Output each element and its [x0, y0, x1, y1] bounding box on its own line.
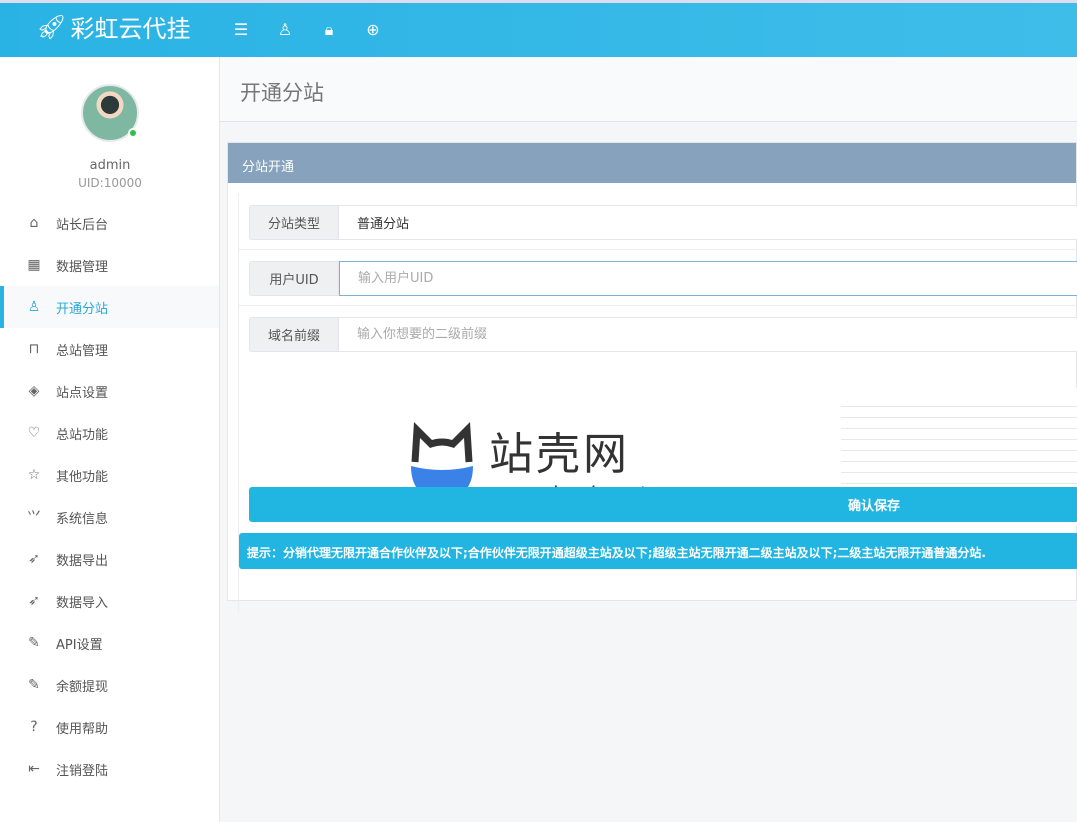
rocket-icon: 🚀︎	[36, 13, 66, 41]
sidebar-item-label: 数据导入	[56, 592, 108, 611]
avatar[interactable]	[81, 84, 139, 142]
sidebar-item[interactable]: ⊓ 总站管理	[0, 328, 219, 370]
sidebar-item[interactable]: ➶ 数据导入	[0, 580, 219, 622]
nav-icon: ➶	[26, 593, 42, 609]
page-titlebar: 开通分站	[220, 57, 1077, 122]
sidebar-item[interactable]: ⌂ 站长后台	[0, 202, 219, 244]
sidebar-item-label: 余额提现	[56, 676, 108, 695]
page-title: 开通分站	[240, 77, 324, 107]
sidebar-item-label: 其他功能	[56, 466, 108, 485]
nav-icon: ☆	[26, 467, 42, 483]
nav-icon: ⊓	[26, 341, 42, 357]
tip-alert: 提示：分销代理无限开通合作伙伴及以下;合作伙伴无限开通超级主站及以下;超级主站无…	[239, 533, 1077, 569]
sidebar-item[interactable]: ◈ 站点设置	[0, 370, 219, 412]
nav-icon: ◈	[26, 383, 42, 399]
sidebar-item-label: 数据管理	[56, 256, 108, 275]
sidebar-nav: ⌂ 站长后台 ▦ 数据管理 ♙ 开通分站 ⊓ 总站管理 ◈ 站点设置 ♡ 总站功能 ☆ 其他功能⺍系统信息…	[0, 202, 219, 790]
sidebar-item-label: 使用帮助	[56, 718, 108, 737]
sidebar-item[interactable]: ☆ 其他功能	[0, 454, 219, 496]
nav-icon: ♙	[26, 299, 42, 315]
open-substation-panel: 分站开通 分站类型 普通分站 用户UID 域名前缀 站壳网www.zhankr.…	[227, 142, 1077, 601]
menu-icon[interactable]: ☰	[232, 20, 250, 40]
sidebar-item-label: 站长后台	[56, 214, 108, 233]
plus-circle-icon[interactable]: ⊕	[364, 20, 382, 40]
sidebar-item[interactable]: ▦ 数据管理	[0, 244, 219, 286]
uid-label: 用户UID	[249, 261, 339, 296]
sidebar-item[interactable]: ✎ 余额提现	[0, 664, 219, 706]
brand[interactable]: 🚀︎彩虹云代挂	[36, 9, 190, 44]
domain-row: 域名前缀	[249, 317, 1077, 352]
sidebar-item-label: 站点设置	[56, 382, 108, 401]
brand-title: 彩虹云代挂	[70, 9, 190, 44]
nav-icon: ⌂	[26, 215, 42, 231]
sidebar-item[interactable]: ➶ 数据导出	[0, 538, 219, 580]
sidebar-item[interactable]: ♙ 开通分站	[0, 286, 219, 328]
username: admin	[0, 158, 220, 173]
sidebar-item-label: 总站功能	[56, 424, 108, 443]
online-status-dot	[128, 128, 138, 138]
nav-icon: ?	[26, 719, 42, 735]
sidebar-item-label: API设置	[56, 634, 103, 653]
nav-icon: ➶	[26, 551, 42, 567]
confirm-save-button[interactable]: 确认保存	[249, 487, 1077, 522]
panel-title: 分站开通	[228, 143, 1076, 183]
top-header: 🚀︎彩虹云代挂 ☰ ♙ 🔒︎ ⊕	[0, 0, 1077, 57]
sidebar-item-label: 系统信息	[56, 508, 108, 527]
nav-icon: ⺍	[26, 507, 42, 527]
watermark-name: 站壳网	[489, 418, 648, 482]
uid-row: 用户UID	[249, 261, 1077, 296]
domain-label: 域名前缀	[249, 317, 339, 352]
nav-icon: ✎	[26, 635, 42, 651]
uid-input[interactable]	[339, 261, 1077, 296]
sidebar-item-label: 总站管理	[56, 340, 108, 359]
sidebar-item-label: 开通分站	[56, 298, 108, 317]
lock-icon[interactable]: 🔒︎	[320, 20, 338, 40]
domain-prefix-input[interactable]	[339, 317, 1077, 352]
sidebar: admin UID:10000 ⌂ 站长后台 ▦ 数据管理 ♙ 开通分站 ⊓ 总站管理 ◈ 站点设…	[0, 57, 220, 822]
sidebar-item-label: 注销登陆	[56, 760, 108, 779]
site-type-select[interactable]: 普通分站	[339, 205, 1077, 240]
sidebar-item-label: 数据导出	[56, 550, 108, 569]
user-icon[interactable]: ♙	[276, 20, 294, 40]
sidebar-item[interactable]: ? 使用帮助	[0, 706, 219, 748]
sidebar-item[interactable]: ⇤ 注销登陆	[0, 748, 219, 790]
sidebar-item[interactable]: ⺍系统信息	[0, 496, 219, 538]
user-uid: UID:10000	[0, 176, 220, 190]
nav-icon: ✎	[26, 677, 42, 693]
nav-icon: ♡	[26, 425, 42, 441]
nav-icon: ▦	[26, 257, 42, 273]
site-type-label: 分站类型	[249, 205, 339, 240]
sidebar-item[interactable]: ✎ API设置	[0, 622, 219, 664]
site-type-row: 分站类型 普通分站	[249, 205, 1077, 240]
sidebar-item[interactable]: ♡ 总站功能	[0, 412, 219, 454]
nav-icon: ⇤	[26, 761, 42, 777]
